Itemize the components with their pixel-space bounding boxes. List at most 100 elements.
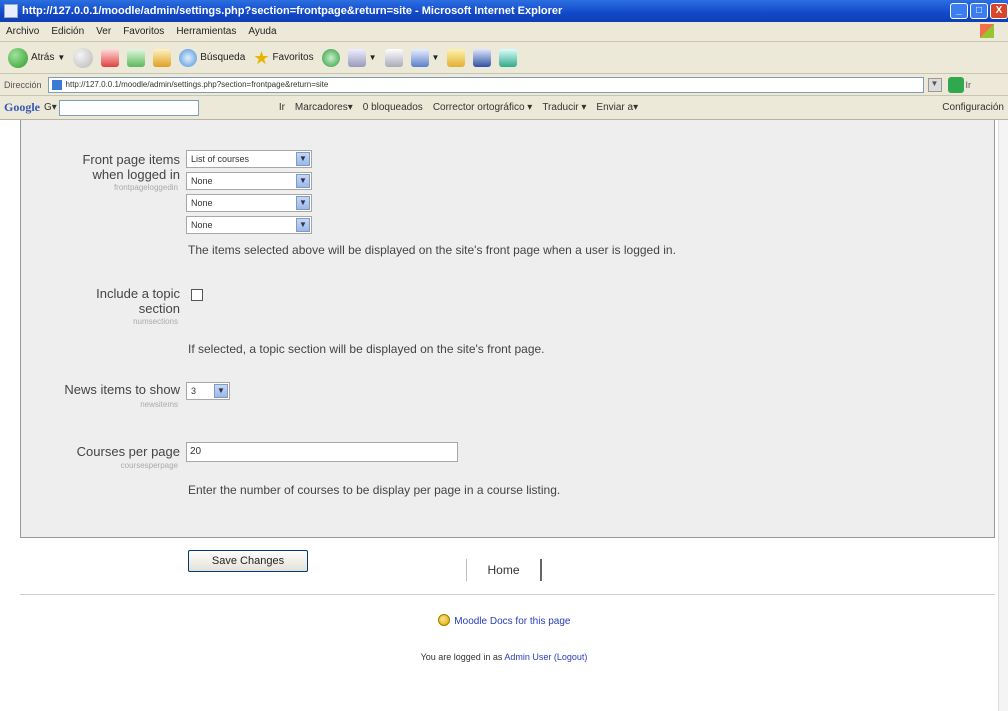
menu-ver[interactable]: Ver [96,26,111,37]
forward-button[interactable] [73,47,94,68]
search-label: Búsqueda [200,52,246,63]
stop-button[interactable] [101,48,120,67]
google-settings[interactable]: Configuración [942,102,1004,113]
menu-edicion[interactable]: Edición [51,26,84,37]
logout-link[interactable]: (Logout) [554,652,588,662]
google-popup-blocked[interactable]: 0 bloqueados [363,102,423,113]
frontpage-loggedin-label-line1: Front page items [82,152,180,167]
favorites-button[interactable]: ★ Favoritos [253,49,313,67]
close-button[interactable]: X [990,3,1008,19]
google-spellcheck[interactable]: Corrector ortográfico ▾ [433,102,533,113]
home-icon [153,48,172,67]
chevron-down-icon[interactable]: ▼ [57,53,65,62]
google-bookmarks-menu[interactable]: Marcadores▾ [295,102,353,113]
star-icon: ★ [253,47,270,68]
frontpage-item-select-4[interactable]: None ▼ [186,216,312,234]
address-label: Dirección [4,79,42,90]
courses-per-page-label: Courses per page [76,444,180,459]
print-button[interactable] [384,48,403,67]
mail-icon [347,48,366,67]
logged-in-prefix: You are logged in as [420,652,503,662]
book-icon [473,48,492,67]
topic-section-label-line1: Include a topic [96,286,180,301]
frontpage-loggedin-description: The items selected above will be display… [188,243,676,257]
google-search-input[interactable] [58,99,199,116]
windows-logo-icon [980,24,994,38]
stop-icon [101,48,120,67]
google-ir-button[interactable]: Ir [279,102,285,113]
topic-section-label-line2: section [138,301,180,316]
google-logo[interactable]: Google [4,100,40,115]
go-label[interactable]: Ir [966,80,972,90]
select-1-value: List of courses [191,154,250,164]
chevron-down-icon[interactable]: ▼ [432,53,440,62]
save-changes-button[interactable]: Save Changes [188,550,308,572]
google-translate[interactable]: Traducir ▾ [542,102,586,113]
google-send-to[interactable]: Enviar a▾ [596,102,638,113]
moodle-docs-footer: Moodle Docs for this page [0,614,1008,627]
menu-bar: Archivo Edición Ver Favoritos Herramient… [0,22,1008,42]
topic-section-checkbox[interactable] [191,289,203,301]
folder-icon [447,48,466,67]
chevron-down-icon[interactable]: ▼ [369,53,377,62]
edit-icon [410,48,429,67]
courses-per-page-input[interactable]: 20 [186,442,458,462]
chevron-down-icon[interactable]: ▼ [296,174,310,188]
chevron-down-icon[interactable]: ▼ [214,384,228,398]
chevron-down-icon[interactable]: ▼ [296,152,310,166]
print-icon [384,48,403,67]
news-items-select[interactable]: 3 ▼ [186,382,230,400]
go-icon[interactable] [947,76,964,93]
search-icon [179,48,198,67]
google-prefix[interactable]: G▾ [44,102,57,113]
address-dropdown-icon[interactable]: ▼ [927,77,942,92]
frontpage-loggedin-label-line2: when logged in [92,167,180,182]
minimize-button[interactable]: _ [950,3,968,19]
edit-button[interactable]: ▼ [410,48,440,67]
moodle-docs-link[interactable]: Moodle Docs for this page [454,616,570,627]
frontpage-item-select-2[interactable]: None ▼ [186,172,312,190]
favorites-label: Favoritos [272,52,314,63]
messenger-icon [499,48,518,67]
window-title: http://127.0.0.1/moodle/admin/settings.p… [22,5,563,17]
home-toolbar-button[interactable] [153,48,172,67]
home-link[interactable]: Home [466,559,542,581]
browser-toolbar: Atrás ▼ Búsqueda ★ Favoritos ▼ ▼ [0,42,1008,74]
maximize-button[interactable]: □ [970,3,988,19]
research-button[interactable] [473,48,492,67]
menu-herramientas[interactable]: Herramientas [176,26,236,37]
chevron-down-icon[interactable]: ▼ [296,218,310,232]
search-button[interactable]: Búsqueda [179,48,246,67]
admin-user-link[interactable]: Admin User [504,652,551,662]
frontpage-item-select-3[interactable]: None ▼ [186,194,312,212]
address-input[interactable]: http://127.0.0.1/moodle/admin/settings.p… [47,76,924,93]
page-content: Front page items when logged in frontpag… [0,120,1008,711]
back-button[interactable]: Atrás ▼ [8,47,65,68]
address-url: http://127.0.0.1/moodle/admin/settings.p… [65,80,329,89]
ie-icon [4,4,18,18]
frontpage-item-select-1[interactable]: List of courses ▼ [186,150,312,168]
select-2-value: None [191,176,213,186]
page-icon [51,79,62,90]
chevron-down-icon[interactable]: ▼ [296,196,310,210]
login-info: You are logged in as Admin User (Logout) [0,652,1008,662]
news-items-label: News items to show [64,382,180,397]
scrollbar[interactable] [998,120,1008,711]
select-4-value: None [191,220,213,230]
window-titlebar: http://127.0.0.1/moodle/admin/settings.p… [0,0,1008,22]
news-items-value: 3 [191,386,197,396]
folder-button[interactable] [447,48,466,67]
refresh-button[interactable] [127,48,146,67]
topic-section-label: Include a topic section [30,286,180,316]
history-button[interactable] [321,48,340,67]
footer-divider [20,594,995,595]
google-toolbar: Google G▾ Ir Marcadores▾ 0 bloqueados Co… [0,96,1008,120]
messenger-button[interactable] [499,48,518,67]
news-items-sublabel: newsitems [140,400,178,409]
history-icon [321,48,340,67]
menu-ayuda[interactable]: Ayuda [248,26,276,37]
menu-favoritos[interactable]: Favoritos [123,26,164,37]
menu-archivo[interactable]: Archivo [6,26,39,37]
mail-button[interactable]: ▼ [347,48,377,67]
frontpage-loggedin-sublabel: frontpageloggedin [113,183,178,192]
